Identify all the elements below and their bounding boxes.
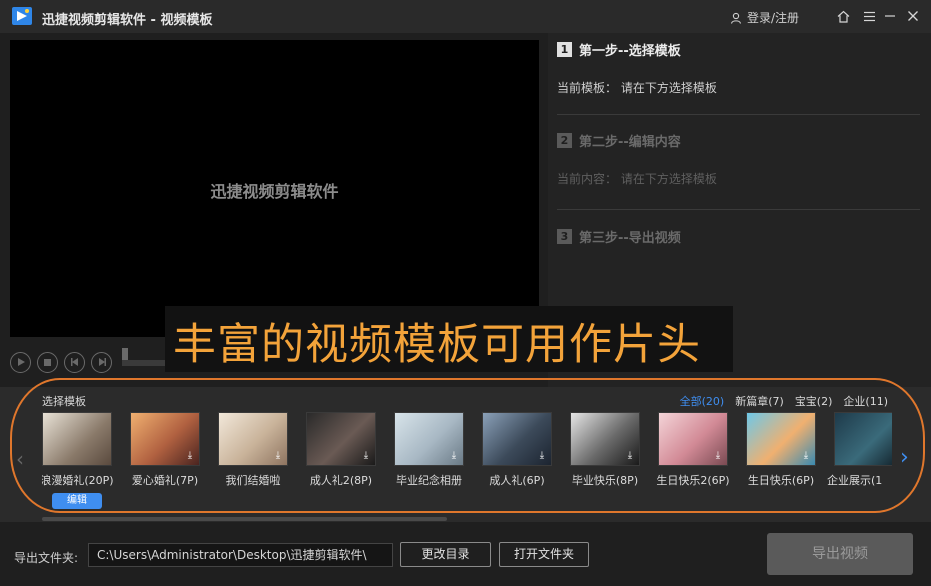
template-thumb-company-showcase[interactable] (834, 412, 892, 466)
template-caption: 生日快乐2(6P) (656, 474, 730, 487)
current-content-info: 当前内容： 请在下方选择模板 (557, 172, 717, 186)
close-icon (908, 11, 918, 21)
filter-all[interactable]: 全部(20) (680, 393, 725, 409)
stop-icon (44, 358, 51, 366)
preview-watermark: 迅捷视频剪辑软件 (210, 182, 339, 201)
title-bar: 迅捷视频剪辑软件 - 视频模板 登录/注册 (0, 0, 931, 33)
user-icon (730, 12, 742, 24)
minimize-button[interactable] (880, 6, 900, 26)
template-caption: 成人礼2(8P) (309, 474, 373, 487)
app-logo-icon (12, 7, 32, 25)
template-thumb-happy-graduation[interactable]: ⤓ (570, 412, 640, 466)
home-button[interactable] (833, 6, 853, 26)
video-preview: 迅捷视频剪辑软件 (10, 40, 539, 337)
template-caption: 成人礼(6P) (489, 474, 545, 487)
template-thumb-birthday[interactable]: ⤓ (746, 412, 816, 466)
template-thumb-love-wedding[interactable]: ⤓ (130, 412, 200, 466)
download-icon: ⤓ (803, 450, 809, 461)
previous-frame-button[interactable] (64, 351, 85, 373)
scroll-right-arrow-icon[interactable]: › (900, 445, 909, 470)
menu-button[interactable] (859, 6, 879, 26)
step-forward-icon (98, 358, 106, 366)
download-icon: ⤓ (539, 450, 545, 461)
download-icon: ⤓ (275, 450, 281, 461)
template-caption: 企业展示(1 (827, 474, 883, 487)
minimize-icon (885, 15, 895, 17)
step-1: 1 第一步--选择模板 (557, 40, 681, 59)
scroll-left-arrow-icon[interactable]: ‹ (16, 447, 24, 471)
divider (557, 209, 920, 210)
menu-icon (863, 11, 875, 21)
divider (557, 114, 920, 115)
template-scrollbar[interactable] (42, 517, 447, 521)
template-thumb-birthday-2[interactable]: ⤓ (658, 412, 728, 466)
stop-button[interactable] (37, 351, 58, 373)
download-icon: ⤓ (187, 450, 193, 461)
template-caption: 毕业纪念相册 (396, 474, 462, 487)
change-directory-button[interactable]: 更改目录 (400, 542, 491, 567)
edit-template-button[interactable]: 编辑 (52, 493, 102, 509)
playback-progress-bar[interactable] (122, 348, 168, 366)
promo-caption: 丰富的视频模板可用作片头 (165, 306, 733, 372)
promo-caption-text: 丰富的视频模板可用作片头 (173, 320, 701, 370)
play-button[interactable] (10, 351, 31, 373)
template-category-filters: 全部(20) 新篇章(7) 宝宝(2) 企业(11) (680, 393, 888, 409)
template-caption: 毕业快乐(8P) (571, 474, 639, 487)
filter-company[interactable]: 企业(11) (843, 393, 888, 409)
template-caption: 生日快乐(6P) (747, 474, 815, 487)
template-selector: 选择模板 全部(20) 新篇章(7) 宝宝(2) 企业(11) ‹ › 浪漫婚礼… (0, 387, 931, 522)
template-list: 浪漫婚礼(20P) ⤓ 爱心婚礼(7P) ⤓ 我们结婚啦 ⤓ 成人礼2(8P) … (42, 412, 892, 492)
window-title: 迅捷视频剪辑软件 - 视频模板 (42, 13, 213, 28)
template-section-label: 选择模板 (42, 395, 86, 408)
template-thumb-graduation-album[interactable]: ⤓ (394, 412, 464, 466)
download-icon: ⤓ (451, 450, 457, 461)
next-frame-button[interactable] (91, 351, 112, 373)
template-caption: 浪漫婚礼(20P) (42, 474, 114, 487)
filter-baby[interactable]: 宝宝(2) (795, 393, 833, 409)
step-3: 3 第三步--导出视频 (557, 227, 681, 246)
open-folder-button[interactable]: 打开文件夹 (499, 542, 589, 567)
login-label: 登录/注册 (747, 11, 800, 25)
step-1-number: 1 (557, 42, 572, 57)
template-thumb-coming-of-age[interactable]: ⤓ (482, 412, 552, 466)
step-2-number: 2 (557, 133, 572, 148)
export-folder-label: 导出文件夹: (14, 551, 79, 565)
step-3-number: 3 (557, 229, 572, 244)
play-icon (17, 358, 25, 366)
player-controls (10, 342, 112, 382)
progress-handle[interactable] (122, 348, 128, 360)
step-back-icon (70, 358, 78, 366)
login-link[interactable]: 登录/注册 (730, 9, 799, 26)
filter-new-chapter[interactable]: 新篇章(7) (735, 393, 784, 409)
step-1-title: 第一步--选择模板 (579, 44, 681, 59)
template-caption: 爱心婚礼(7P) (131, 474, 199, 487)
download-icon: ⤓ (363, 450, 369, 461)
template-thumb-romantic-wedding[interactable] (42, 412, 112, 466)
current-template-info: 当前模板： 请在下方选择模板 (557, 81, 717, 95)
step-3-title: 第三步--导出视频 (579, 231, 681, 246)
step-2-title: 第二步--编辑内容 (579, 135, 681, 150)
export-path-field[interactable]: C:\Users\Administrator\Desktop\迅捷剪辑软件\ (88, 543, 393, 567)
template-thumb-coming-of-age-2[interactable]: ⤓ (306, 412, 376, 466)
export-bar: 导出文件夹: C:\Users\Administrator\Desktop\迅捷… (0, 522, 931, 586)
close-button[interactable] (903, 6, 923, 26)
template-caption: 我们结婚啦 (225, 474, 281, 487)
download-icon: ⤓ (627, 450, 633, 461)
home-icon (837, 10, 849, 23)
step-2: 2 第二步--编辑内容 (557, 131, 681, 150)
template-thumb-we-married[interactable]: ⤓ (218, 412, 288, 466)
export-video-button[interactable]: 导出视频 (767, 533, 913, 575)
download-icon: ⤓ (715, 450, 721, 461)
